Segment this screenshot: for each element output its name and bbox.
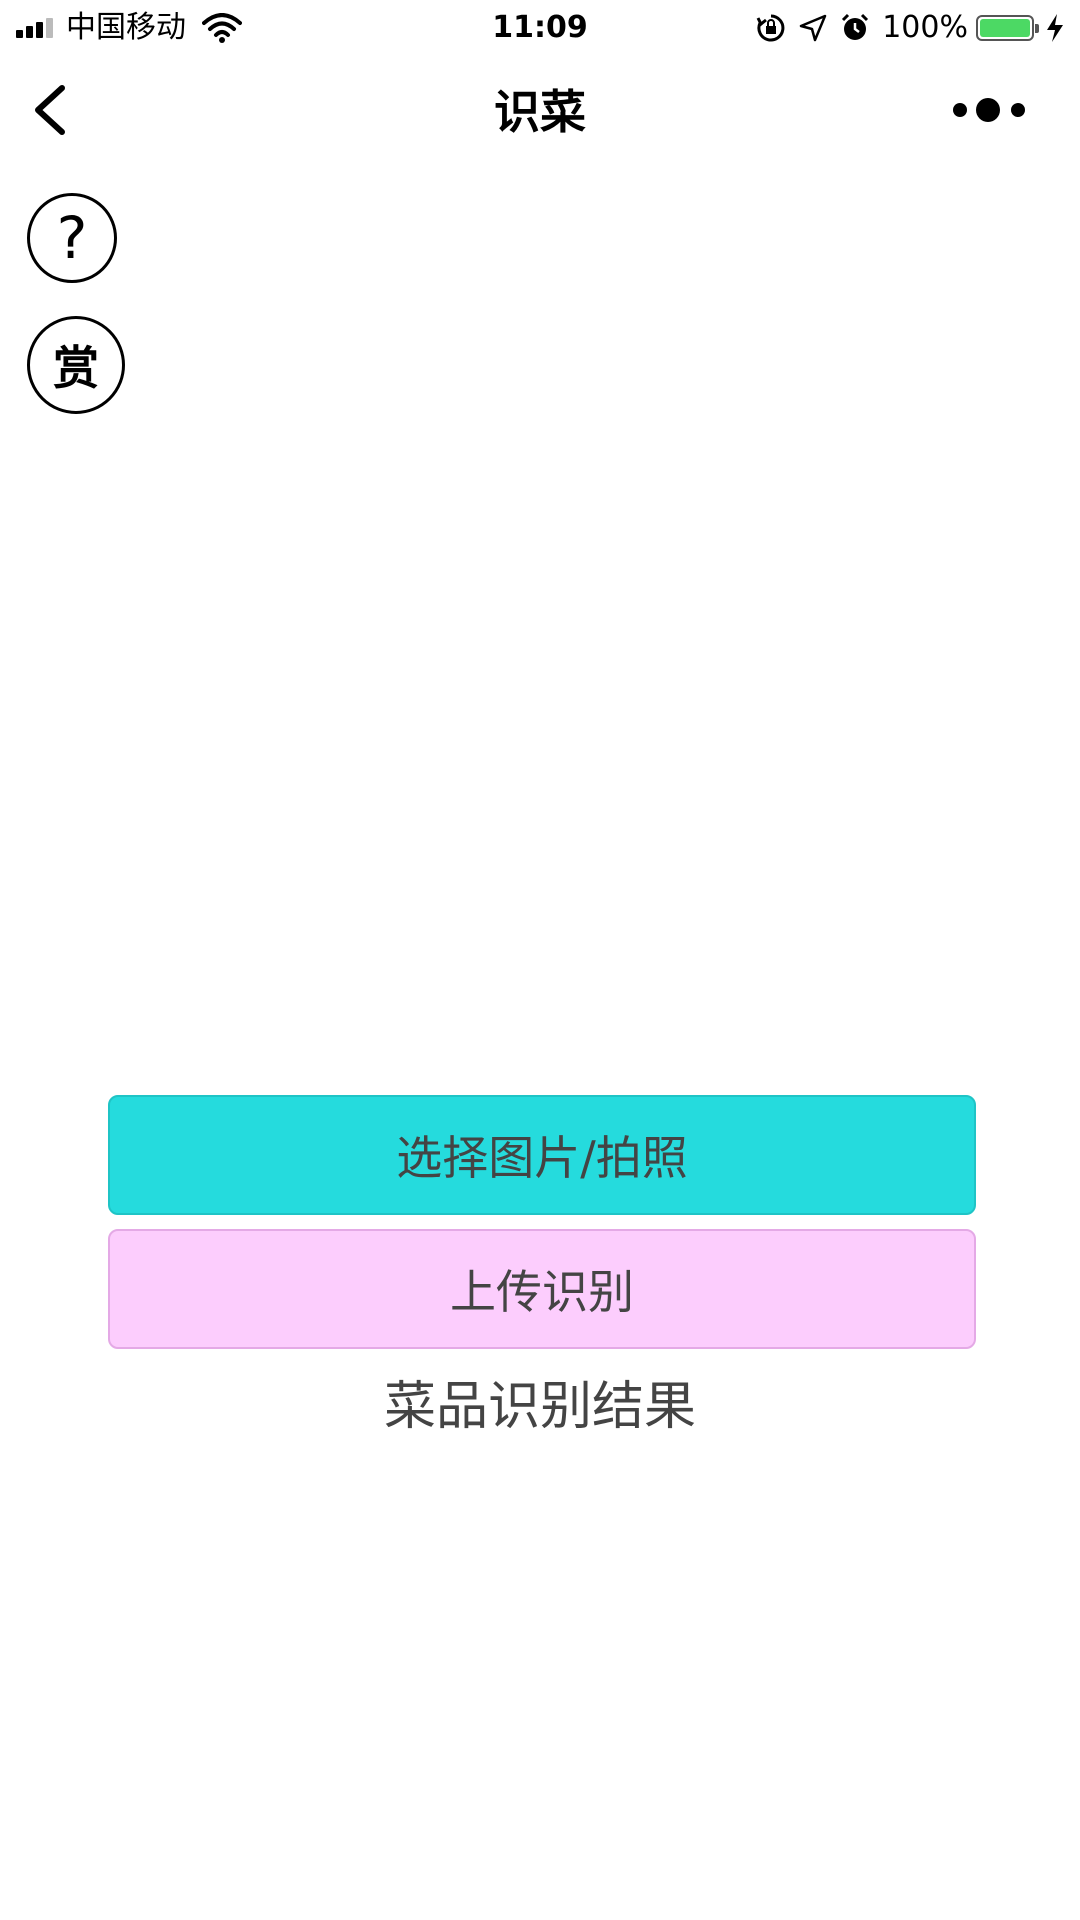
- status-bar: 中国移动 11:09 100%: [0, 0, 1080, 56]
- nav-bar: 识菜: [0, 56, 1080, 164]
- charging-bolt-icon: [1047, 14, 1063, 42]
- app-screen: 中国移动 11:09 100% 识菜 ? 赏 选择图片/拍照 上传识别 菜品识别…: [0, 0, 1080, 1920]
- reward-button[interactable]: 赏: [27, 316, 125, 414]
- alarm-icon: [842, 13, 869, 40]
- status-right: 100%: [744, 6, 1066, 50]
- choose-image-button[interactable]: 选择图片/拍照: [108, 1095, 976, 1215]
- orientation-lock-icon: [756, 14, 785, 42]
- result-heading: 菜品识别结果: [383, 1377, 696, 1437]
- battery-percent: 100%: [882, 10, 968, 45]
- location-arrow-icon: [799, 14, 827, 42]
- more-dots-icon[interactable]: [946, 90, 1046, 130]
- page-title: 识菜: [494, 85, 586, 139]
- battery-fill: [980, 19, 1030, 37]
- battery-icon: [976, 15, 1039, 41]
- help-button[interactable]: ?: [27, 193, 117, 283]
- upload-recognize-button[interactable]: 上传识别: [108, 1229, 976, 1349]
